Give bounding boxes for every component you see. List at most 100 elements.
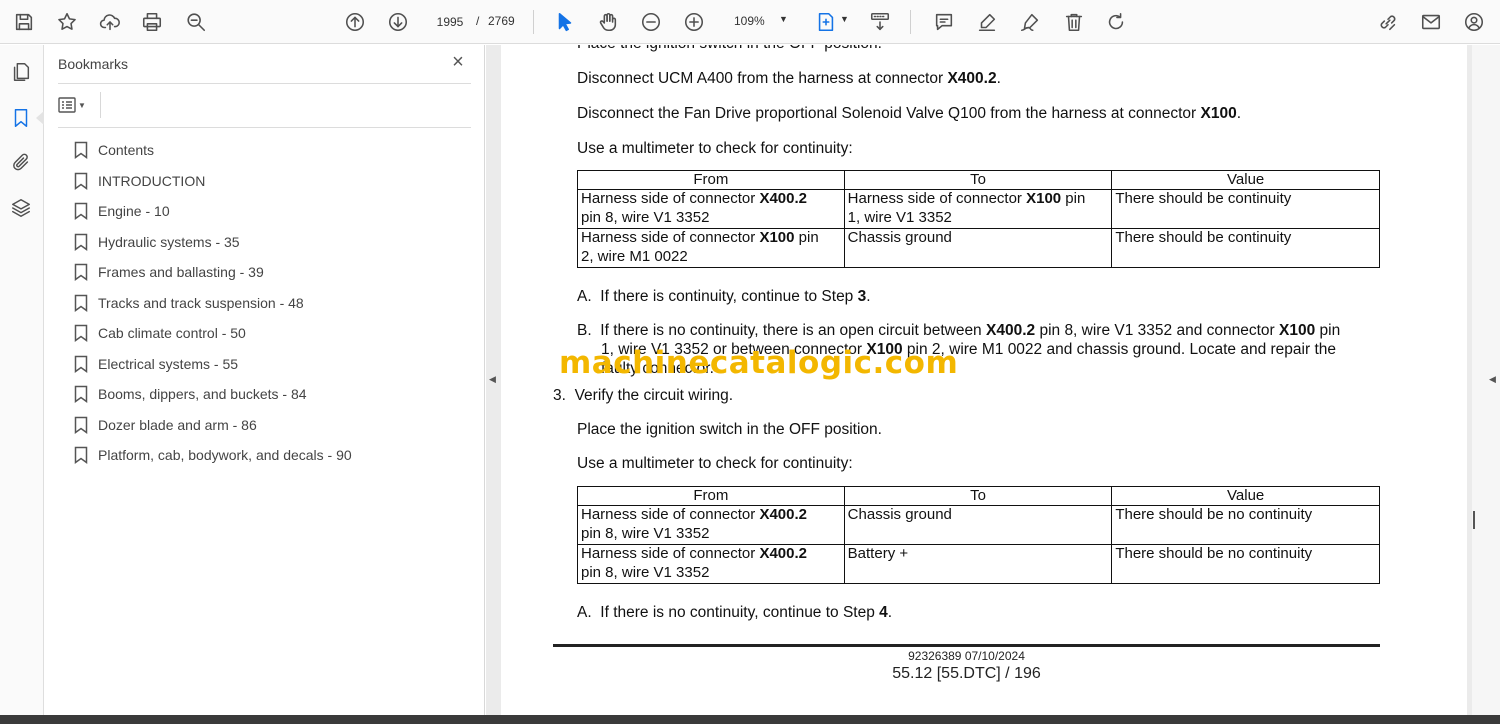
cell-value: There should be continuity xyxy=(1111,228,1380,268)
star-icon[interactable] xyxy=(53,8,81,36)
bookmark-item[interactable]: Booms, dippers, and buckets - 84 xyxy=(74,379,474,410)
bookmark-icon xyxy=(74,416,88,434)
save-icon[interactable] xyxy=(10,8,38,36)
page-up-icon[interactable] xyxy=(341,8,369,36)
cell-to: Harness side of connector X100 pin 1, wir… xyxy=(843,189,1113,229)
bookmark-item[interactable]: Frames and ballasting - 39 xyxy=(74,257,474,288)
delete-icon[interactable] xyxy=(1060,8,1088,36)
paragraph: Disconnect UCM A400 from the harness at … xyxy=(577,70,1001,87)
table-header-row: From To Value xyxy=(577,486,1380,506)
cut-off-line: Place the ignition switch in the OFF pos… xyxy=(577,45,882,53)
step-b: B. If there is no continuity, there is a… xyxy=(577,322,1341,339)
bookmark-label: Cab climate control - 50 xyxy=(98,325,246,342)
attachments-icon[interactable] xyxy=(8,149,34,175)
page-down-icon[interactable] xyxy=(384,8,412,36)
continuity-table-1: From To Value Harness side of connector … xyxy=(577,170,1380,268)
scroll-thumb[interactable] xyxy=(1473,511,1475,529)
bookmark-label: Dozer blade and arm - 86 xyxy=(98,416,257,433)
sign-icon[interactable] xyxy=(1016,8,1044,36)
bookmark-item[interactable]: Tracks and track suspension - 48 xyxy=(74,288,474,319)
table-header-row: From To Value xyxy=(577,170,1380,190)
header-value: Value xyxy=(1111,170,1380,190)
collapse-panel-icon[interactable]: ◀ xyxy=(489,374,496,385)
bookmark-icon xyxy=(74,325,88,343)
bookmark-icon xyxy=(74,264,88,282)
bottom-strip xyxy=(0,715,1500,724)
zoom-dropdown-icon[interactable]: ▼ xyxy=(779,14,788,24)
paragraph: Use a multimeter to check for continuity… xyxy=(577,140,853,157)
cell-to: Chassis ground xyxy=(843,228,1113,268)
toolbar-divider xyxy=(910,10,911,34)
bookmark-icon xyxy=(74,233,88,251)
bookmark-label: Frames and ballasting - 39 xyxy=(98,264,264,281)
cell-from: Harness side of connector X400.2 pin 8, w… xyxy=(577,505,845,545)
page-separator: / xyxy=(476,14,480,28)
bookmarks-icon[interactable] xyxy=(8,105,34,131)
bookmark-item[interactable]: Contents xyxy=(74,135,474,166)
bookmark-item[interactable]: Electrical systems - 55 xyxy=(74,349,474,380)
cell-value: There should be no continuity xyxy=(1111,505,1380,545)
bookmark-item[interactable]: Cab climate control - 50 xyxy=(74,318,474,349)
chevron-down-icon: ▼ xyxy=(78,100,86,110)
page-number-input[interactable] xyxy=(428,11,472,33)
bookmark-icon xyxy=(74,203,88,221)
bookmark-item[interactable]: Engine - 10 xyxy=(74,196,474,227)
share-link-icon[interactable] xyxy=(1374,8,1402,36)
hand-tool-icon[interactable] xyxy=(594,8,622,36)
cloud-upload-icon[interactable] xyxy=(96,8,124,36)
bookmark-label: Booms, dippers, and buckets - 84 xyxy=(98,386,307,403)
page-thumbnails-icon[interactable] xyxy=(8,59,34,85)
table-row: Harness side of connector X400.2 pin 8, w… xyxy=(577,189,1380,229)
zoom-in-icon[interactable] xyxy=(680,8,708,36)
panel-divider xyxy=(58,127,471,128)
cell-from: Harness side of connector X400.2 pin 8, w… xyxy=(577,189,845,229)
table-row: Harness side of connector X400.2 pin 8, w… xyxy=(577,544,1380,584)
header-value: Value xyxy=(1111,486,1380,506)
comment-icon[interactable] xyxy=(930,8,958,36)
email-icon[interactable] xyxy=(1417,8,1445,36)
bookmark-icon xyxy=(74,172,88,190)
paragraph: Place the ignition switch in the OFF pos… xyxy=(577,421,882,438)
highlight-pen-icon[interactable] xyxy=(973,8,1001,36)
bookmark-item[interactable]: Hydraulic systems - 35 xyxy=(74,227,474,258)
bookmark-icon xyxy=(74,142,88,160)
page-fit-dropdown-icon[interactable]: ▼ xyxy=(840,14,849,24)
close-icon[interactable]: × xyxy=(447,52,469,74)
panel-divider xyxy=(58,83,471,84)
cell-to: Chassis ground xyxy=(843,505,1113,545)
expand-right-panel-icon[interactable]: ◀ xyxy=(1489,374,1496,385)
footer-divider xyxy=(553,644,1380,647)
left-rail xyxy=(0,45,44,715)
cell-value: There should be continuity xyxy=(1111,189,1380,229)
scroll-mode-icon[interactable] xyxy=(866,8,894,36)
bookmark-item[interactable]: Dozer blade and arm - 86 xyxy=(74,410,474,441)
bookmark-label: Contents xyxy=(98,142,155,159)
print-icon[interactable] xyxy=(138,8,166,36)
header-to: To xyxy=(843,486,1113,506)
header-from: From xyxy=(577,170,845,190)
bookmark-icon xyxy=(74,447,88,465)
toolbar-divider xyxy=(533,10,534,34)
select-cursor-icon[interactable] xyxy=(551,8,579,36)
panel-divider xyxy=(100,92,101,118)
account-icon[interactable] xyxy=(1460,8,1488,36)
watermark: machinecatalogic.com xyxy=(559,345,959,381)
bookmark-icon xyxy=(74,355,88,373)
zoom-out-icon[interactable] xyxy=(637,8,665,36)
step-a: A. If there is continuity, continue to S… xyxy=(577,288,871,305)
bookmark-item[interactable]: INTRODUCTION xyxy=(74,166,474,197)
continuity-table-2: From To Value Harness side of connector … xyxy=(577,486,1380,584)
bookmark-label: Electrical systems - 55 xyxy=(98,355,239,372)
bookmark-options-button[interactable]: ▼ xyxy=(58,94,94,116)
table-row: Harness side of connector X400.2 pin 8, w… xyxy=(577,505,1380,545)
active-panel-pointer xyxy=(36,111,44,125)
zoom-level[interactable]: 109% xyxy=(734,14,765,28)
header-to: To xyxy=(843,170,1113,190)
rotate-icon[interactable] xyxy=(1102,8,1130,36)
layers-icon[interactable] xyxy=(8,195,34,221)
page-fit-icon[interactable] xyxy=(812,8,840,36)
footer-doc-id: 92326389 07/10/2024 xyxy=(908,649,1025,663)
zoom-search-icon[interactable] xyxy=(182,8,210,36)
bookmark-item[interactable]: Platform, cab, bodywork, and decals - 90 xyxy=(74,440,474,471)
bookmark-list: Contents INTRODUCTION Engine - 10 Hydraulic… xyxy=(74,135,474,471)
